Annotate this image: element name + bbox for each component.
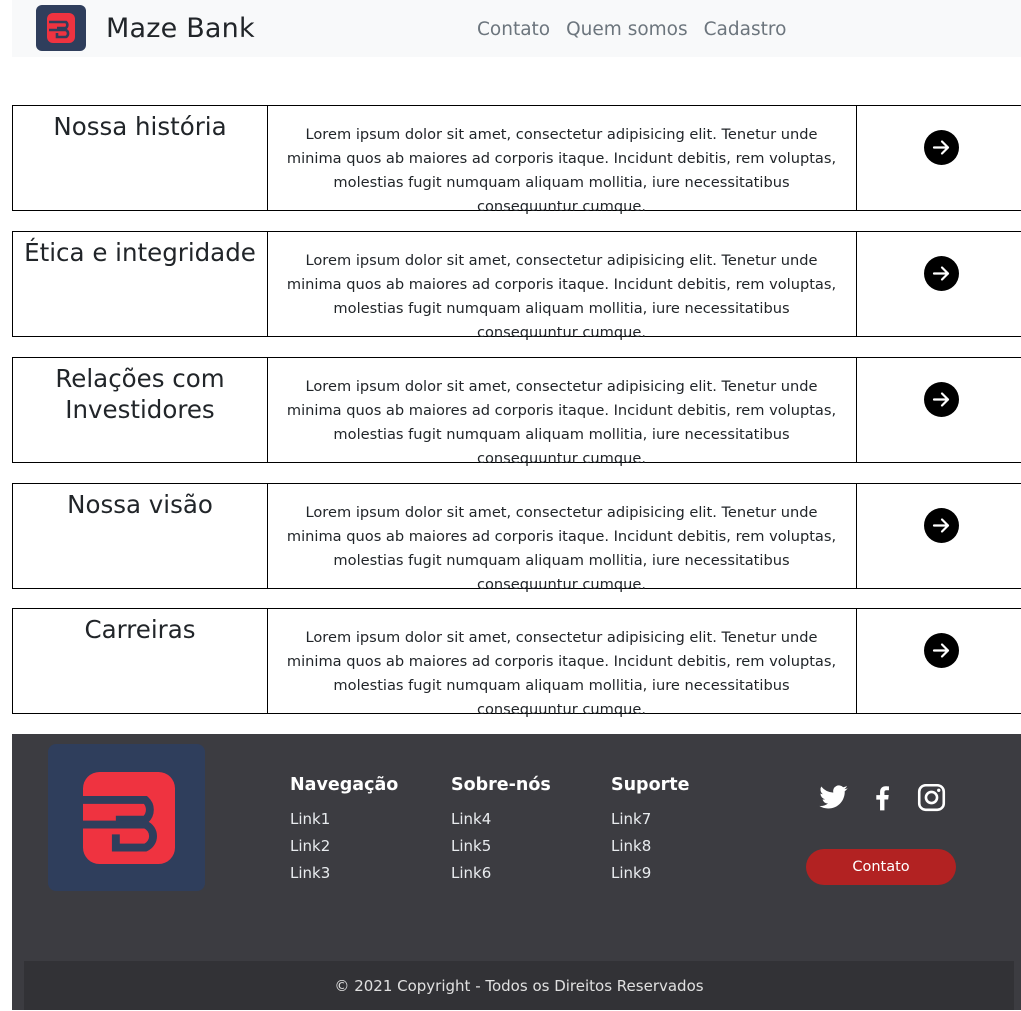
section-text: Lorem ipsum dolor sit amet, consectetur … [286, 504, 837, 593]
section-text: Lorem ipsum dolor sit amet, consectetur … [286, 126, 837, 215]
footer-col-suporte: Suporte Link7 Link8 Link9 [611, 774, 689, 887]
arrow-right-icon[interactable] [924, 382, 959, 417]
navbar: Maze Bank Contato Quem somos Cadastro [12, 0, 1021, 57]
arrow-right-icon[interactable] [924, 130, 959, 165]
footer-col-title: Navegação [290, 775, 399, 795]
arrow-right-icon[interactable] [924, 633, 959, 668]
brand-name[interactable]: Maze Bank [106, 11, 255, 47]
section-title: Nossa visão [67, 490, 213, 519]
footer: Navegação Link1 Link2 Link3 Sobre-nós Li… [12, 734, 1021, 1010]
section-row-visao: Nossa visão Lorem ipsum dolor sit amet, … [12, 483, 1021, 593]
social-links [818, 782, 947, 813]
arrow-right-icon[interactable] [924, 508, 959, 543]
contact-button[interactable]: Contato [806, 849, 956, 885]
section-title: Nossa história [53, 112, 227, 141]
section-text: Lorem ipsum dolor sit amet, consectetur … [286, 378, 837, 467]
nav-link-contato[interactable]: Contato [477, 17, 550, 43]
copyright: © 2021 Copyright - Todos os Direitos Res… [24, 961, 1014, 1010]
footer-link[interactable]: Link7 [611, 806, 689, 833]
section-arrow-cell [857, 609, 1021, 713]
footer-link[interactable]: Link1 [290, 806, 398, 833]
section-arrow-cell [857, 106, 1021, 210]
section-text-cell: Lorem ipsum dolor sit amet, consectetur … [267, 609, 857, 718]
maze-bank-logo-icon [83, 772, 175, 864]
footer-link[interactable]: Link3 [290, 860, 398, 887]
twitter-icon[interactable] [818, 782, 849, 813]
footer-col-sobre-nos: Sobre-nós Link4 Link5 Link6 [451, 774, 551, 887]
section-text-cell: Lorem ipsum dolor sit amet, consectetur … [267, 484, 857, 593]
footer-link[interactable]: Link4 [451, 806, 551, 833]
footer-link[interactable]: Link5 [451, 833, 551, 860]
nav-link-quem-somos[interactable]: Quem somos [566, 17, 688, 43]
footer-col-title: Suporte [611, 775, 690, 795]
nav-links: Contato Quem somos Cadastro [477, 17, 786, 43]
footer-link[interactable]: Link9 [611, 860, 689, 887]
section-row-historia: Nossa história Lorem ipsum dolor sit ame… [12, 105, 1021, 215]
section-title-cell: Ética e integridade [13, 232, 268, 336]
section-text-cell: Lorem ipsum dolor sit amet, consectetur … [267, 358, 857, 467]
section-arrow-cell [857, 484, 1021, 588]
footer-link[interactable]: Link2 [290, 833, 398, 860]
section-arrow-cell [857, 232, 1021, 336]
footer-link[interactable]: Link6 [451, 860, 551, 887]
section-title-cell: Relações com Investidores [13, 358, 268, 462]
brand-logo[interactable] [36, 5, 86, 51]
section-title: Ética e integridade [24, 238, 256, 267]
section-text: Lorem ipsum dolor sit amet, consectetur … [286, 252, 837, 341]
section-row-etica: Ética e integridade Lorem ipsum dolor si… [12, 231, 1021, 341]
section-text: Lorem ipsum dolor sit amet, consectetur … [286, 629, 837, 718]
section-row-carreiras: Carreiras Lorem ipsum dolor sit amet, co… [12, 608, 1021, 718]
section-title-cell: Nossa história [13, 106, 268, 210]
nav-link-cadastro[interactable]: Cadastro [704, 17, 787, 43]
section-title: Relações com Investidores [55, 364, 225, 424]
section-title-cell: Nossa visão [13, 484, 268, 588]
arrow-right-icon[interactable] [924, 256, 959, 291]
footer-col-navegacao: Navegação Link1 Link2 Link3 [290, 774, 398, 887]
section-arrow-cell [857, 358, 1021, 462]
section-text-cell: Lorem ipsum dolor sit amet, consectetur … [267, 232, 857, 341]
section-row-investidores: Relações com Investidores Lorem ipsum do… [12, 357, 1021, 467]
maze-bank-logo-icon [47, 13, 75, 43]
footer-link[interactable]: Link8 [611, 833, 689, 860]
footer-logo[interactable] [48, 744, 205, 891]
section-title-cell: Carreiras [13, 609, 268, 713]
section-title: Carreiras [84, 615, 196, 644]
instagram-icon[interactable] [916, 782, 947, 813]
facebook-icon[interactable] [867, 782, 898, 813]
section-text-cell: Lorem ipsum dolor sit amet, consectetur … [267, 106, 857, 215]
footer-col-title: Sobre-nós [451, 775, 551, 795]
